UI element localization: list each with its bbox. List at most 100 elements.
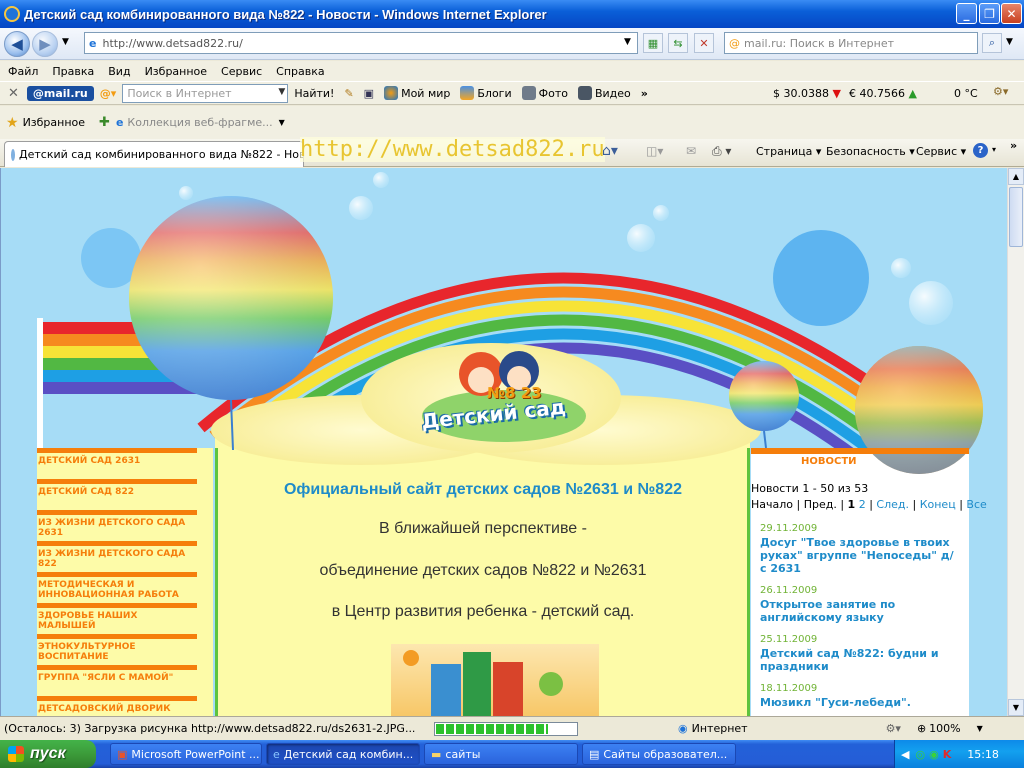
- chevron-down-icon[interactable]: ▼: [977, 724, 983, 733]
- more-chevron-icon[interactable]: »: [641, 87, 648, 100]
- refresh-icon[interactable]: ⇆: [668, 33, 688, 53]
- protected-mode-icon[interactable]: ⚙▾: [886, 722, 901, 735]
- pager-page-2[interactable]: 2: [859, 498, 866, 511]
- scroll-up-icon[interactable]: ▲: [1008, 168, 1024, 185]
- pager-all[interactable]: Все: [966, 498, 986, 511]
- chevron-down-icon[interactable]: ▼: [278, 87, 285, 97]
- zoom-icon[interactable]: ⊕: [917, 722, 926, 735]
- nav-item-health[interactable]: ЗДОРОВЬЕ НАШИХ МАЛЫШЕЙ: [37, 603, 197, 629]
- pager-prev[interactable]: Пред.: [804, 498, 837, 511]
- stop-icon[interactable]: ✕: [694, 33, 714, 53]
- antivirus-icon[interactable]: ◉: [929, 748, 939, 761]
- compat-view-icon[interactable]: ▦: [643, 33, 663, 53]
- toolbar-close-icon[interactable]: ✕: [8, 86, 19, 101]
- my-world-button[interactable]: Мой мир: [384, 86, 450, 100]
- news-count: Новости 1 - 50 из 53: [751, 482, 869, 495]
- task-ie[interactable]: e Детский сад комбин...: [266, 743, 420, 765]
- menu-file[interactable]: Файл: [8, 65, 38, 78]
- rss-icon[interactable]: ◫▾: [646, 144, 663, 158]
- minimize-button[interactable]: _: [956, 3, 977, 24]
- photo-button[interactable]: Фото: [521, 86, 568, 100]
- blogs-button[interactable]: Блоги: [460, 86, 512, 100]
- vertical-scrollbar[interactable]: ▲ ▼: [1007, 168, 1024, 716]
- task-folder[interactable]: ▬ сайты: [424, 743, 578, 765]
- mailru-search-input[interactable]: Поиск в Интернет ▼: [122, 83, 289, 103]
- page-search-icon[interactable]: ▣: [364, 87, 374, 100]
- nav-item-nursery[interactable]: ГРУППА "ЯСЛИ С МАМОЙ": [37, 665, 197, 687]
- menu-tools[interactable]: Сервис: [221, 65, 262, 78]
- highlight-icon[interactable]: ✎: [344, 87, 353, 100]
- nav-item-ethno[interactable]: ЭТНОКУЛЬТУРНОЕ ВОСПИТАНИЕ: [37, 634, 197, 660]
- nav-item-methodical[interactable]: МЕТОДИЧЕСКАЯ И ИННОВАЦИОННАЯ РАБОТА: [37, 572, 197, 598]
- find-button[interactable]: Найти!: [294, 87, 334, 100]
- page-menu-button[interactable]: Страница ▾: [756, 145, 821, 158]
- tools-icon[interactable]: ⚙▾: [993, 85, 1008, 98]
- chevron-down-icon[interactable]: ▼: [279, 118, 285, 127]
- books-illustration: [403, 650, 563, 716]
- history-dropdown-icon[interactable]: ▼: [62, 37, 69, 47]
- url-field[interactable]: e http://www.detsad822.ru/: [84, 32, 638, 54]
- home-icon[interactable]: ⌂▾: [602, 143, 618, 159]
- nav-item-life-2631[interactable]: ИЗ ЖИЗНИ ДЕТСКОГО САДА 2631: [37, 510, 197, 536]
- start-button[interactable]: пуск: [0, 740, 96, 768]
- nav-item-life-822[interactable]: ИЗ ЖИЗНИ ДЕТСКОГО САДА 822: [37, 541, 197, 567]
- forward-button[interactable]: ▶: [32, 31, 58, 57]
- news-link[interactable]: Мюзикл "Гуси-лебеди".: [760, 696, 960, 709]
- nav-item-ds822[interactable]: ДЕТСКИЙ САД 822: [37, 479, 197, 501]
- url-overlay-text: http://www.detsad822.ru: [300, 137, 605, 162]
- kaspersky-icon[interactable]: K: [943, 748, 952, 761]
- close-button[interactable]: ✕: [1001, 3, 1022, 24]
- mailru-dropdown-icon[interactable]: @▾: [100, 87, 117, 100]
- news-date: 29.11.2009: [760, 523, 818, 534]
- news-header: НОВОСТИ: [801, 456, 857, 467]
- safety-menu-button[interactable]: Безопасность ▾: [826, 145, 915, 158]
- print-icon[interactable]: ⎙ ▾: [712, 144, 731, 159]
- pager-end[interactable]: Конец: [920, 498, 956, 511]
- menu-view[interactable]: Вид: [108, 65, 130, 78]
- nav-item-yard[interactable]: ДЕТСАДОВСКИЙ ДВОРИК: [37, 696, 197, 716]
- site-logo[interactable]: №8 23 Детский сад: [419, 346, 589, 446]
- pager-next[interactable]: След.: [876, 498, 909, 511]
- pager-start[interactable]: Начало: [751, 498, 793, 511]
- tools-menu-button[interactable]: Сервис ▾: [916, 145, 966, 158]
- add-favorite-icon[interactable]: ✚: [99, 115, 110, 130]
- menu-edit[interactable]: Правка: [52, 65, 94, 78]
- scroll-thumb[interactable]: [1009, 187, 1023, 247]
- powerpoint-icon: ▣: [117, 747, 128, 761]
- news-link[interactable]: Детский сад №822: будни и праздники: [760, 647, 960, 673]
- internet-zone-icon: ◉: [678, 722, 688, 735]
- chevron-down-icon[interactable]: ▾: [992, 145, 996, 154]
- scroll-down-icon[interactable]: ▼: [1008, 699, 1024, 716]
- favorites-star-icon: ★: [6, 114, 19, 131]
- document-icon: ▤: [589, 747, 600, 761]
- window-titlebar: Детский сад комбинированного вида №822 -…: [0, 0, 1024, 28]
- search-go-icon[interactable]: ⌕: [982, 33, 1002, 53]
- help-icon[interactable]: ?: [973, 143, 988, 158]
- search-options-icon[interactable]: ▼: [1006, 37, 1013, 47]
- back-button[interactable]: ◀: [4, 31, 30, 57]
- webslice-gallery-link[interactable]: Коллекция веб-фрагме...: [127, 116, 272, 129]
- tab-active[interactable]: Детский сад комбинированного вида №822 -…: [4, 141, 304, 167]
- zoom-level[interactable]: 100%: [929, 722, 960, 735]
- maximize-button[interactable]: ❐: [979, 3, 1000, 24]
- url-dropdown-icon[interactable]: ▼: [624, 37, 631, 47]
- news-link[interactable]: Открытое занятие по английскому языку: [760, 598, 960, 624]
- search-input[interactable]: @ mail.ru: Поиск в Интернет: [724, 32, 978, 54]
- news-link[interactable]: Досуг "Твое здоровье в твоих руках" вгру…: [760, 536, 960, 575]
- mailru-logo[interactable]: @mail.ru: [26, 85, 94, 101]
- more-chevron-icon[interactable]: »: [1010, 139, 1017, 152]
- task-powerpoint[interactable]: ▣ Microsoft PowerPoint ...: [110, 743, 262, 765]
- clock: 15:18: [967, 747, 999, 761]
- network-icon[interactable]: ◎: [915, 748, 925, 761]
- task-document[interactable]: ▤ Сайты образовател...: [582, 743, 736, 765]
- favorites-bar: ★ Избранное ✚ e Коллекция веб-фрагме... …: [0, 106, 1024, 139]
- mail-icon[interactable]: ✉: [686, 144, 696, 158]
- ie-logo-icon: [4, 6, 20, 22]
- nav-item-ds2631[interactable]: ДЕТСКИЙ САД 2631: [37, 448, 197, 470]
- menu-help[interactable]: Справка: [276, 65, 324, 78]
- menu-favorites[interactable]: Избранное: [145, 65, 207, 78]
- page-icon: e: [89, 36, 97, 50]
- favorites-button[interactable]: Избранное: [23, 116, 85, 129]
- video-button[interactable]: Видео: [577, 86, 631, 100]
- tray-arrow-icon[interactable]: ◀: [901, 748, 909, 761]
